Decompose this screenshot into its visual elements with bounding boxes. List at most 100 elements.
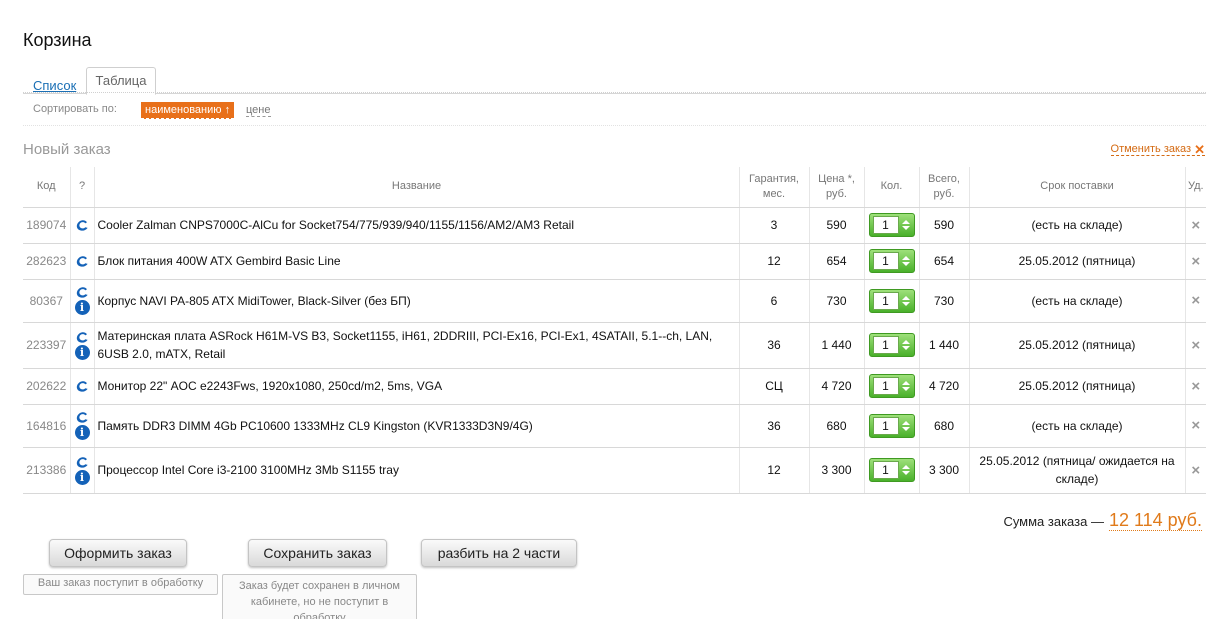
cell-delete: × xyxy=(1184,447,1206,494)
arrow-up-icon[interactable] xyxy=(901,220,910,224)
split-order-button[interactable]: разбить на 2 части xyxy=(421,539,577,567)
quantity-stepper[interactable]: 1 xyxy=(868,374,915,398)
cell-name: Процессор Intel Core i3-2100 3100MHz 3Mb… xyxy=(93,447,739,494)
arrow-down-icon[interactable] xyxy=(901,471,910,475)
delete-icon[interactable]: × xyxy=(1191,462,1200,479)
cancel-order-button[interactable]: Отменить заказ ✕ xyxy=(1110,143,1205,156)
cell-icons: i xyxy=(69,279,94,323)
cell-total: 4 720 xyxy=(918,368,969,405)
info-icon[interactable]: i xyxy=(74,344,90,360)
header-name: Название xyxy=(93,167,739,208)
arrow-down-icon[interactable] xyxy=(901,346,910,350)
cell-qty: 1 xyxy=(863,322,919,369)
cell-name: Блок питания 400W ATX Gembird Basic Line xyxy=(93,243,739,280)
delete-icon[interactable]: × xyxy=(1191,217,1200,234)
cell-warranty: 12 xyxy=(738,243,809,280)
info-icon[interactable]: i xyxy=(74,469,90,485)
header-code: Код xyxy=(23,167,70,208)
delete-icon[interactable]: × xyxy=(1191,253,1200,270)
cell-price: 1 440 xyxy=(808,322,864,369)
stepper-arrows[interactable] xyxy=(901,340,910,350)
save-order-button[interactable]: Сохранить заказ xyxy=(248,539,387,567)
table-header: Код ? Название Гарантия, мес. Цена *, ру… xyxy=(23,167,1206,208)
arrow-down-icon[interactable] xyxy=(901,387,910,391)
tab-table[interactable]: Таблица xyxy=(86,67,156,95)
info-icon[interactable]: i xyxy=(74,425,90,440)
arrow-up-icon[interactable] xyxy=(901,465,910,469)
cell-price: 4 720 xyxy=(808,368,864,405)
quantity-stepper[interactable]: 1 xyxy=(868,413,915,438)
cell-icons xyxy=(69,243,94,280)
cell-total: 730 xyxy=(918,279,969,323)
save-order-tooltip: Заказ будет сохранен в личном кабинете, … xyxy=(222,574,417,619)
sort-by-name-button[interactable]: наименованию ↑ xyxy=(141,102,235,119)
table-row: 164816 i Память DDR3 DIMM 4Gb PC10600 1333… xyxy=(23,404,1206,448)
quantity-stepper[interactable]: 1 xyxy=(868,333,915,357)
cell-qty: 1 xyxy=(863,447,919,494)
tab-list[interactable]: Список xyxy=(33,78,76,93)
cell-icons xyxy=(69,207,94,244)
cell-delivery: 25.05.2012 (пятница/ ожидается на складе… xyxy=(968,447,1185,494)
quantity-input[interactable]: 1 xyxy=(872,461,899,479)
quantity-input[interactable]: 1 xyxy=(872,377,899,395)
cell-icons: i xyxy=(69,322,94,369)
order-total-value: 12 114 руб. xyxy=(1108,510,1202,531)
info-icon[interactable]: i xyxy=(74,300,90,315)
cell-name: Cooler Zalman CNPS7000C-AlCu for Socket7… xyxy=(93,207,739,244)
delete-icon[interactable]: × xyxy=(1191,292,1200,309)
sort-by-price-button[interactable]: цене xyxy=(246,104,271,117)
quantity-stepper[interactable]: 1 xyxy=(868,458,915,482)
quantity-stepper[interactable]: 1 xyxy=(868,288,915,313)
quantity-input[interactable]: 1 xyxy=(872,291,899,310)
cell-code: 202622 xyxy=(23,368,70,405)
delete-icon[interactable]: × xyxy=(1191,417,1200,434)
quantity-stepper[interactable]: 1 xyxy=(868,213,915,237)
cell-delivery: 25.05.2012 (пятница) xyxy=(968,322,1185,369)
stepper-arrows[interactable] xyxy=(901,220,910,230)
cell-price: 680 xyxy=(808,404,864,448)
stepper-arrows[interactable] xyxy=(901,256,910,266)
c-icon xyxy=(76,380,88,392)
cell-code: 223397 xyxy=(23,322,70,369)
quantity-input[interactable]: 1 xyxy=(872,336,899,354)
arrow-up-icon[interactable] xyxy=(901,340,910,344)
cell-name: Память DDR3 DIMM 4Gb PC10600 1333MHz CL9… xyxy=(93,404,739,448)
delete-icon[interactable]: × xyxy=(1191,378,1200,395)
table-row: 202622 Монитор 22" AOC e2243Fws, 1920x108… xyxy=(23,368,1206,405)
cell-delivery: 25.05.2012 (пятница) xyxy=(968,243,1185,280)
arrow-down-icon[interactable] xyxy=(901,262,910,266)
page-title: Корзина xyxy=(23,30,92,50)
cart-table: Код ? Название Гарантия, мес. Цена *, ру… xyxy=(23,167,1206,494)
cell-code: 213386 xyxy=(23,447,70,494)
header-qty: Кол. xyxy=(863,167,919,208)
arrow-up-icon[interactable] xyxy=(901,420,910,425)
table-row: 282623 Блок питания 400W ATX Gembird Basi… xyxy=(23,243,1206,280)
cell-icons: i xyxy=(69,447,94,494)
quantity-stepper[interactable]: 1 xyxy=(868,249,915,273)
stepper-arrows[interactable] xyxy=(901,465,910,475)
quantity-input[interactable]: 1 xyxy=(872,216,899,234)
arrow-down-icon[interactable] xyxy=(901,226,910,230)
delete-icon[interactable]: × xyxy=(1191,337,1200,354)
quantity-input[interactable]: 1 xyxy=(872,416,899,435)
arrow-down-icon[interactable] xyxy=(901,301,910,306)
stepper-arrows[interactable] xyxy=(901,420,910,431)
cell-delete: × xyxy=(1184,243,1206,280)
cell-delete: × xyxy=(1184,207,1206,244)
arrow-up-icon[interactable] xyxy=(901,295,910,300)
c-icon xyxy=(76,331,88,343)
arrow-up-icon[interactable] xyxy=(901,381,910,385)
table-row: 189074 Cooler Zalman CNPS7000C-AlCu for S… xyxy=(23,207,1206,244)
stepper-arrows[interactable] xyxy=(901,381,910,391)
arrow-up-icon[interactable] xyxy=(901,256,910,260)
cell-total: 654 xyxy=(918,243,969,280)
checkout-button[interactable]: Оформить заказ xyxy=(49,539,187,567)
arrow-down-icon[interactable] xyxy=(901,426,910,431)
order-total-label: Сумма заказа — xyxy=(1003,514,1104,529)
cell-price: 730 xyxy=(808,279,864,323)
cell-qty: 1 xyxy=(863,243,919,280)
stepper-arrows[interactable] xyxy=(901,295,910,306)
cell-code: 164816 xyxy=(23,404,70,448)
quantity-input[interactable]: 1 xyxy=(872,252,899,270)
view-tabs: Список Таблица xyxy=(23,67,1206,95)
